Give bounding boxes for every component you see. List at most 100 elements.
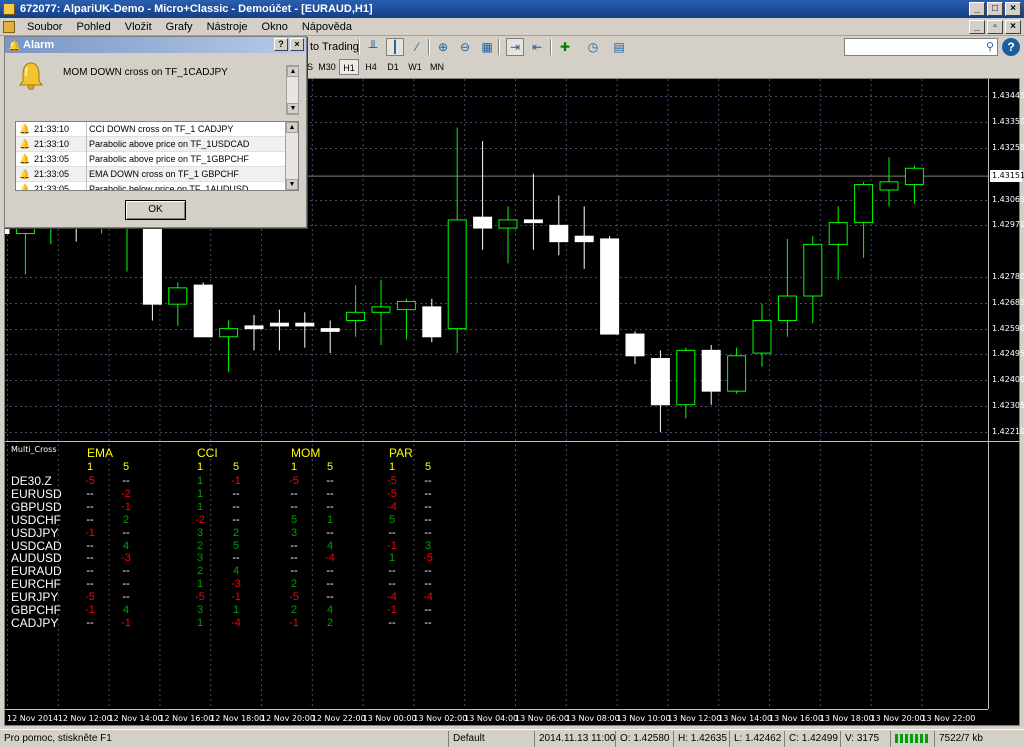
ok-button[interactable]: OK [125,200,186,220]
minimize-button[interactable]: _ [969,2,985,16]
auto-scroll-icon[interactable]: ⇥ [506,38,524,56]
menu-item[interactable]: Nástroje [200,18,255,36]
alarm-row[interactable]: 🔔 21:33:05 Parabolic below price on TF_1AU… [16,182,286,191]
autotrading-button[interactable]: to Trading [310,39,359,55]
signal-cell: -5 [387,475,397,487]
menu-item[interactable]: Nápověda [295,18,359,36]
candle-body [574,235,594,243]
menu-item[interactable]: Pohled [69,18,117,36]
candle-body [904,167,924,186]
candle [320,320,340,354]
period-header: 5 [327,461,334,473]
signal-cell: -- [290,552,298,565]
alarm-close-button[interactable]: × [290,38,304,51]
timeframe-h1[interactable]: H1 [339,59,359,75]
alarm-row[interactable]: 🔔 21:33:05 Parabolic above price on TF_1GB… [16,152,286,167]
candlestick-chart-icon[interactable]: ┃ [386,38,404,56]
help-icon[interactable]: ? [1002,38,1020,56]
scroll-up-icon[interactable]: ▲ [286,122,298,133]
candle-body [828,222,848,245]
signal-cell: -- [86,565,94,578]
bell-icon: 🔔 [19,169,31,179]
close-button[interactable]: × [1005,2,1021,16]
candle [371,279,391,345]
bar-chart-icon[interactable]: ╨ [364,38,382,56]
menu-item[interactable]: Soubor [20,18,69,36]
mdi-minimize-button[interactable]: _ [969,20,985,34]
signal-cell: -- [290,565,298,578]
candle-body [396,300,416,311]
alarm-row[interactable]: 🔔 21:33:10 CCI DOWN cross on TF_1 CADJPY [16,122,286,137]
alarm-row[interactable]: 🔔 21:33:10 Parabolic above price on TF_1US… [16,137,286,152]
candle-body [346,311,366,321]
alarm-title-bar: 🔔 Alarm ? × [5,37,306,53]
menu-item[interactable]: Okno [255,18,295,36]
price-label: 1.42305 [992,401,1024,411]
signal-cell: -4 [231,616,241,629]
signal-cell: 1 [326,513,334,526]
candle-body [625,333,645,357]
search-input[interactable]: ⚲ [844,38,998,56]
menu-item[interactable]: Vložit [118,18,159,36]
message-scrollbar[interactable]: ▲ ▼ [286,65,299,115]
signal-cell: 5 [388,513,396,526]
price-label: 1.43445 [992,91,1024,101]
indicators-icon[interactable]: ✚ [556,38,574,56]
chart-window-icon[interactable] [3,21,15,33]
signal-cell: -- [86,539,94,552]
signal-cell: 4 [232,565,240,578]
search-icon[interactable]: ⚲ [986,40,994,53]
chart-shift-icon[interactable]: ⇤ [528,38,546,56]
alarm-row[interactable]: 🔔 21:33:05 EMA DOWN cross on TF_1 GBPCHF [16,167,286,182]
time-label: 12 Nov 12:00 [57,714,112,723]
group-header: EMA [87,446,114,460]
timeframe-d1[interactable]: D1 [383,59,403,75]
signal-cell: -5 [289,475,299,487]
alarm-history-list[interactable]: 🔔 21:33:10 CCI DOWN cross on TF_1 CADJPY 🔔 2… [15,121,299,191]
signal-cell: -- [424,565,432,578]
scroll-up-icon[interactable]: ▲ [287,66,299,77]
help-button[interactable]: ? [274,38,288,51]
zoom-out-icon[interactable]: ⊖ [456,38,474,56]
periods-icon[interactable]: ◷ [584,38,602,56]
symbol-label: EURCHF [11,577,61,592]
tile-windows-icon[interactable]: ▦ [478,38,496,56]
connection-status-icon [890,731,934,747]
signal-cell: 1 [196,487,204,500]
price-label: 1.43255 [992,142,1024,152]
scroll-down-icon[interactable]: ▼ [286,179,298,190]
candle-body [549,224,569,243]
scroll-down-icon[interactable]: ▼ [287,103,299,114]
line-chart-icon[interactable]: ⁄ [408,38,426,56]
price-label: 1.42210 [992,426,1024,436]
templates-icon[interactable]: ▤ [610,38,628,56]
price-scale[interactable]: 1.43445 1.43350 1.43255 1.43065 1.42970 1.427… [988,79,1024,441]
maximize-button[interactable]: □ [987,2,1003,16]
group-header: MOM [291,446,321,460]
signal-cell: -1 [121,616,131,629]
zoom-in-icon[interactable]: ⊕ [434,38,452,56]
mdi-restore-button[interactable]: ▫ [987,20,1003,34]
menu-item[interactable]: Grafy [159,18,200,36]
alarm-text: Parabolic above price on TF_1GBPCHF [86,152,249,167]
signal-cell: 1 [232,604,240,616]
alarm-time: 21:33:05 [34,154,70,164]
timeframe-w1[interactable]: W1 [405,59,425,75]
symbol-label: DE30.Z [11,474,52,488]
indicator-window[interactable]: Multi_Cross EMA 1 5 CCI 1 5 MOM 1 5 PAR 1 5 DE30.Z -5… [5,441,988,709]
bell-icon: 🔔 [19,154,31,164]
timeframe-h4[interactable]: H4 [361,59,381,75]
bell-icon: 🔔 [19,184,31,191]
candle-body [422,306,442,338]
signal-cell: 4 [326,539,334,552]
timeframe-mn[interactable]: MN [427,59,447,75]
mdi-close-button[interactable]: × [1005,20,1021,34]
timeframe-m30[interactable]: M30 [317,59,337,75]
status-help: Pro pomoc, stiskněte F1 [4,733,112,744]
candle-body [244,325,264,330]
signal-cell: -1 [121,500,131,513]
list-scrollbar[interactable]: ▲ ▼ [285,122,298,190]
candle [574,206,594,269]
signal-cell: -3 [121,552,131,565]
candle [219,320,239,373]
